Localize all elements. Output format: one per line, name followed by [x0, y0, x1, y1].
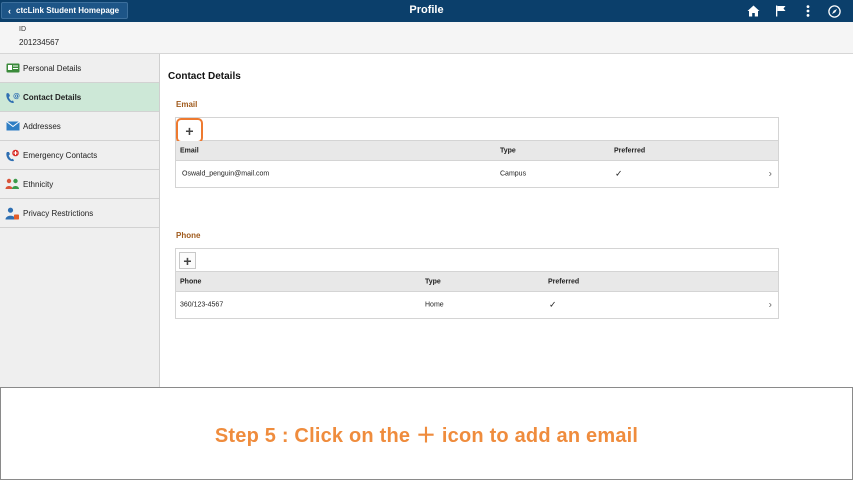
back-to-homepage-button[interactable]: ‹ ctcLink Student Homepage [1, 2, 128, 19]
plus-icon: + [183, 252, 192, 269]
add-email-button[interactable]: + [176, 118, 203, 143]
email-grid: + Email Type Preferred Oswald_penguin@ma… [175, 117, 779, 188]
phone-at-icon: @ [5, 91, 20, 104]
people-icon [5, 178, 20, 191]
chevron-left-icon: ‹ [8, 5, 11, 16]
sidebar-item-label: Contact Details [23, 92, 82, 102]
column-header-email: Email [180, 147, 199, 154]
column-header-preferred: Preferred [614, 147, 646, 154]
header-actions [740, 2, 848, 20]
add-phone-button[interactable]: + [179, 252, 196, 269]
sidebar-nav: Personal Details @ Contact Details Addre… [0, 54, 160, 388]
email-grid-header: Email Type Preferred [176, 141, 778, 161]
instruction-panel: Step 5 : Click on the ＋ icon to add an e… [0, 387, 853, 480]
column-header-phone: Phone [180, 278, 202, 285]
user-lock-icon [5, 207, 20, 220]
flag-icon[interactable] [767, 2, 794, 20]
sidebar-item-contact-details[interactable]: @ Contact Details [0, 83, 159, 112]
phone-grid: + Phone Type Preferred 360/123-4567 Home… [175, 248, 779, 319]
svg-text:@: @ [13, 92, 20, 100]
sidebar-item-label: Privacy Restrictions [23, 208, 94, 218]
phone-section-label: Phone [176, 231, 201, 240]
sidebar-item-addresses[interactable]: Addresses [0, 112, 159, 141]
preferred-check-icon: ✓ [615, 168, 623, 179]
table-row[interactable]: Oswald_penguin@mail.com Campus ✓ › [176, 161, 778, 187]
envelope-icon [5, 120, 20, 133]
chevron-right-icon: › [768, 168, 772, 180]
column-header-type: Type [500, 147, 516, 154]
instruction-text: Step 5 : Click on the ＋ icon to add an e… [214, 425, 639, 447]
sidebar-item-label: Ethnicity [23, 179, 54, 189]
home-icon[interactable] [740, 2, 767, 20]
sidebar-item-label: Addresses [23, 121, 61, 131]
compass-icon[interactable] [821, 2, 848, 20]
phone-grid-toolbar: + [176, 249, 778, 272]
column-header-type: Type [425, 278, 441, 285]
sidebar-item-personal-details[interactable]: Personal Details [0, 54, 159, 83]
sidebar-item-label: Personal Details [23, 63, 82, 73]
more-vertical-icon[interactable] [794, 2, 821, 20]
phone-type: Home [425, 301, 444, 309]
email-section-label: Email [176, 100, 198, 109]
plus-icon: + [185, 122, 194, 139]
emergency-phone-icon [5, 149, 20, 162]
email-type: Campus [500, 170, 527, 178]
column-header-preferred: Preferred [548, 278, 580, 285]
sidebar-item-privacy-restrictions[interactable]: Privacy Restrictions [0, 199, 159, 228]
section-title: Contact Details [168, 71, 241, 82]
email-grid-toolbar: + [176, 118, 778, 143]
id-card-icon [5, 62, 20, 75]
student-id-bar: ID 201234567 [0, 22, 853, 54]
email-value: Oswald_penguin@mail.com [182, 170, 270, 178]
phone-grid-header: Phone Type Preferred [176, 272, 778, 292]
chevron-right-icon: › [768, 299, 772, 311]
preferred-check-icon: ✓ [549, 299, 557, 310]
main-content: Contact Details Email + Email Type Prefe… [161, 54, 853, 388]
phone-value: 360/123-4567 [180, 301, 224, 309]
table-row[interactable]: 360/123-4567 Home ✓ › [176, 292, 778, 318]
sidebar-item-emergency-contacts[interactable]: Emergency Contacts [0, 141, 159, 170]
top-bar: ‹ ctcLink Student Homepage Profile [0, 0, 853, 22]
back-button-label: ctcLink Student Homepage [16, 6, 120, 15]
id-value: 201234567 [19, 38, 60, 47]
sidebar-item-ethnicity[interactable]: Ethnicity [0, 170, 159, 199]
id-label: ID [19, 26, 26, 33]
sidebar-item-label: Emergency Contacts [23, 150, 98, 160]
